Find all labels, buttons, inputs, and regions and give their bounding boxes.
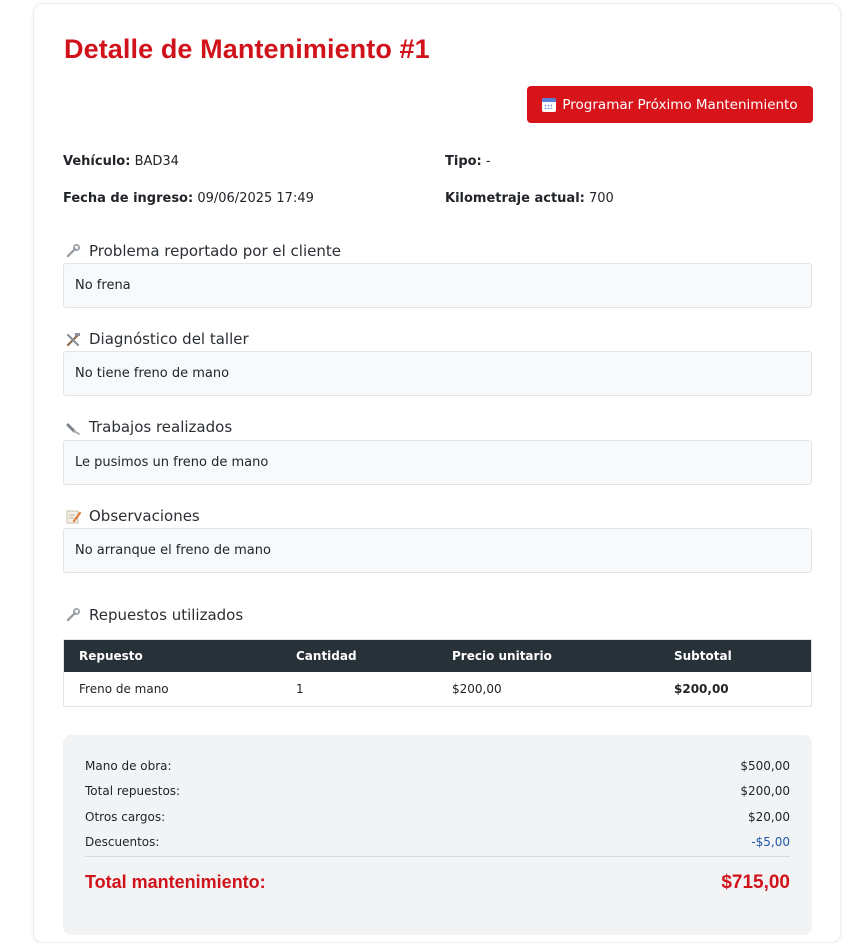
vehicle-info: Vehículo: BAD34 [63,154,179,169]
work-done-box: Le pusimos un freno de mano [63,440,812,485]
summary-label: Otros cargos: [85,810,166,824]
wrench-icon [66,607,80,621]
problem-box: No frena [63,263,812,308]
table-cell: Freno de mano [79,682,169,696]
summary-value: $200,00 [740,784,790,798]
discount-value: -$5,00 [751,835,790,849]
section-heading-label: Repuestos utilizados [89,606,244,624]
calendar-icon [542,97,557,112]
mileage-value: 700 [589,191,614,206]
summary-divider [85,856,790,857]
section-heading-label: Trabajos realizados [89,418,233,436]
section-heading-problem: Problema reportado por el cliente [65,242,341,260]
summary-label: Total repuestos: [85,784,181,798]
summary-label: Descuentos: [85,835,160,849]
section-heading-label: Observaciones [89,507,200,525]
cost-summary: Mano de obra: $500,00 Total repuestos: $… [63,735,812,935]
tools-icon [66,332,80,346]
table-cell-subtotal: $200,00 [674,682,729,696]
summary-row-parts: Total repuestos: $200,00 [85,784,790,798]
summary-total-row: Total mantenimiento: $715,00 [85,872,790,894]
type-value: - [485,154,491,169]
memo-icon [66,510,82,523]
section-heading-label: Diagnóstico del taller [89,330,249,348]
total-value: $715,00 [721,872,790,893]
mileage-label: Kilometraje actual: [445,191,585,206]
diagnosis-box: No tiene freno de mano [63,351,812,396]
section-heading-label: Problema reportado por el cliente [89,242,341,260]
summary-value: $20,00 [748,810,790,824]
entry-date-info: Fecha de ingreso: 09/06/2025 17:49 [63,191,314,206]
table-cell: 1 [296,682,304,696]
schedule-button-label: Programar Próximo Mantenimiento [562,96,798,113]
type-info: Tipo: - [445,154,491,169]
summary-label: Mano de obra: [85,759,172,773]
screwdriver-icon [66,423,80,435]
summary-row-other: Otros cargos: $20,00 [85,810,790,824]
vehicle-value: BAD34 [134,154,179,169]
table-row: Freno de mano 1 $200,00 $200,00 [64,672,811,706]
type-label: Tipo: [445,154,482,169]
schedule-next-maintenance-button[interactable]: Programar Próximo Mantenimiento [527,86,813,123]
page-title: Detalle de Mantenimiento #1 [64,34,430,64]
parts-table: Repuesto Cantidad Precio unitario Subtot… [63,639,812,707]
section-heading-work: Trabajos realizados [65,418,232,436]
section-heading-parts: Repuestos utilizados [65,606,243,624]
column-header: Repuesto [79,649,143,663]
mileage-info: Kilometraje actual: 700 [445,191,614,206]
entry-date-value: 09/06/2025 17:49 [197,191,314,206]
summary-value: $500,00 [740,759,790,773]
section-heading-diagnosis: Diagnóstico del taller [65,330,249,348]
wrench-icon [66,243,80,257]
summary-row-labor: Mano de obra: $500,00 [85,759,790,773]
maintenance-detail-card: Detalle de Mantenimiento #1 Programar Pr… [33,3,841,943]
observations-box: No arranque el freno de mano [63,528,812,573]
column-header: Precio unitario [452,649,552,663]
total-label: Total mantenimiento: [85,872,266,892]
section-heading-observations: Observaciones [65,507,200,525]
summary-row-discounts: Descuentos: -$5,00 [85,835,790,849]
column-header: Cantidad [296,649,357,663]
entry-date-label: Fecha de ingreso: [63,191,194,206]
table-header: Repuesto Cantidad Precio unitario Subtot… [64,640,811,672]
column-header: Subtotal [674,649,732,663]
table-cell: $200,00 [452,682,502,696]
vehicle-label: Vehículo: [63,154,131,169]
